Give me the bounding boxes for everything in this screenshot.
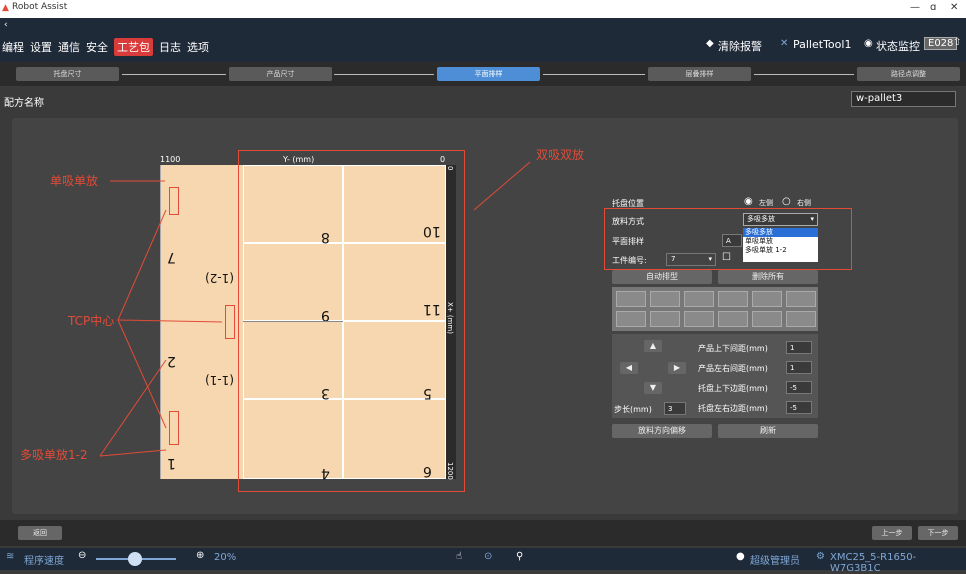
- step-length-label: 步长(mm): [614, 405, 652, 414]
- bottom-bar: 返回 上一步 下一步: [0, 520, 966, 546]
- step-length-input[interactable]: 3: [664, 402, 686, 415]
- align-horizontal-icon[interactable]: [718, 291, 748, 307]
- product-lr-gap-label: 产品左右间距(mm): [698, 364, 768, 373]
- teach-pendant-icon[interactable]: ⚲: [516, 551, 523, 562]
- auto-layout-button[interactable]: 自动排型: [612, 270, 712, 284]
- align-top-right-icon[interactable]: [684, 291, 714, 307]
- radio-right-icon[interactable]: ○: [782, 196, 791, 207]
- speed-percent: 20%: [214, 552, 237, 563]
- pallet-ud-margin-input[interactable]: -5: [786, 381, 812, 394]
- flip-vertical-icon[interactable]: [786, 291, 816, 307]
- speed-label: 程序速度: [24, 556, 64, 567]
- hand-icon[interactable]: ☝: [456, 551, 462, 562]
- user-role[interactable]: 超级管理员: [750, 552, 800, 567]
- dropdown-option[interactable]: 单吸单放: [743, 237, 818, 246]
- dropdown-option[interactable]: 多吸多放: [743, 228, 818, 237]
- place-mode-select[interactable]: 多吸多放 ▾: [743, 213, 818, 226]
- rotate-neg-90-icon[interactable]: [752, 311, 782, 327]
- rotate-90-icon[interactable]: [752, 291, 782, 307]
- product-ud-gap-label: 产品上下间距(mm): [698, 344, 768, 353]
- next-step-button[interactable]: 下一步: [918, 526, 958, 540]
- align-bottom-left-icon[interactable]: [616, 311, 646, 327]
- pause-icon[interactable]: ⊙: [484, 551, 492, 562]
- jog-right-icon[interactable]: ▶: [668, 362, 686, 374]
- prev-step-button[interactable]: 上一步: [872, 526, 912, 540]
- pallet-lr-margin-label: 托盘左右边距(mm): [698, 404, 768, 413]
- workpiece-no-label: 工件编号:: [612, 256, 647, 265]
- delete-all-button[interactable]: 删除所有: [718, 270, 818, 284]
- refresh-button[interactable]: 刷新: [718, 424, 818, 438]
- place-offset-button[interactable]: 放料方向偏移: [612, 424, 712, 438]
- dropdown-caret-icon: ▾: [708, 255, 712, 263]
- plane-layout-label: 平面排样: [612, 237, 644, 246]
- annotation-arrows: [99, 161, 531, 457]
- place-mode-dropdown[interactable]: 多吸多放 单吸单放 多吸单放 1-2: [743, 228, 818, 262]
- radio-left-label: 左侧: [759, 199, 773, 207]
- align-top-center-icon[interactable]: [650, 291, 680, 307]
- dropdown-caret-icon: ▾: [810, 215, 814, 223]
- align-vertical-icon[interactable]: [718, 311, 748, 327]
- pallet-ud-margin-label: 托盘上下边距(mm): [698, 384, 768, 393]
- pallet-lr-margin-input[interactable]: -5: [786, 401, 812, 414]
- place-mode-label: 放料方式: [612, 217, 644, 226]
- align-middle-icon[interactable]: [650, 311, 680, 327]
- back-button[interactable]: 返回: [18, 526, 62, 540]
- user-icon: ●: [736, 551, 745, 562]
- workpiece-select[interactable]: 7 ▾: [666, 253, 716, 266]
- wifi-icon: ≋: [6, 551, 15, 562]
- product-ud-gap-input[interactable]: 1: [786, 341, 812, 354]
- speed-plus-icon[interactable]: ⊕: [196, 550, 204, 561]
- workpiece-value: 7: [671, 255, 676, 263]
- flip-horizontal-icon[interactable]: [786, 311, 816, 327]
- robot-icon: ⚙: [816, 551, 825, 562]
- jog-left-icon[interactable]: ◀: [620, 362, 638, 374]
- robot-model: XMC25_5-R1650-W7G3B1C: [830, 552, 917, 574]
- align-bottom-right-icon[interactable]: [684, 311, 714, 327]
- speed-minus-icon[interactable]: ⊖: [78, 550, 86, 561]
- dropdown-option[interactable]: 多吸单放 1-2: [743, 246, 818, 255]
- radio-right-label: 右侧: [797, 199, 811, 207]
- checkbox-icon[interactable]: ☐: [722, 252, 731, 263]
- align-tool-grid: [612, 287, 818, 331]
- status-bar: ≋ 程序速度 ⊖ ⊕ 20% ☝ ⊙ ⚲ ● 超级管理员 ⚙ XMC25_5-R…: [0, 548, 966, 574]
- align-top-left-icon[interactable]: [616, 291, 646, 307]
- plane-layout-input[interactable]: A: [722, 234, 742, 247]
- product-lr-gap-input[interactable]: 1: [786, 361, 812, 374]
- jog-down-icon[interactable]: ▼: [644, 382, 662, 394]
- speed-slider-knob[interactable]: [128, 552, 142, 566]
- place-mode-value: 多吸多放: [747, 215, 775, 223]
- jog-up-icon[interactable]: ▲: [644, 340, 662, 352]
- radio-left-icon[interactable]: ◉: [744, 196, 753, 207]
